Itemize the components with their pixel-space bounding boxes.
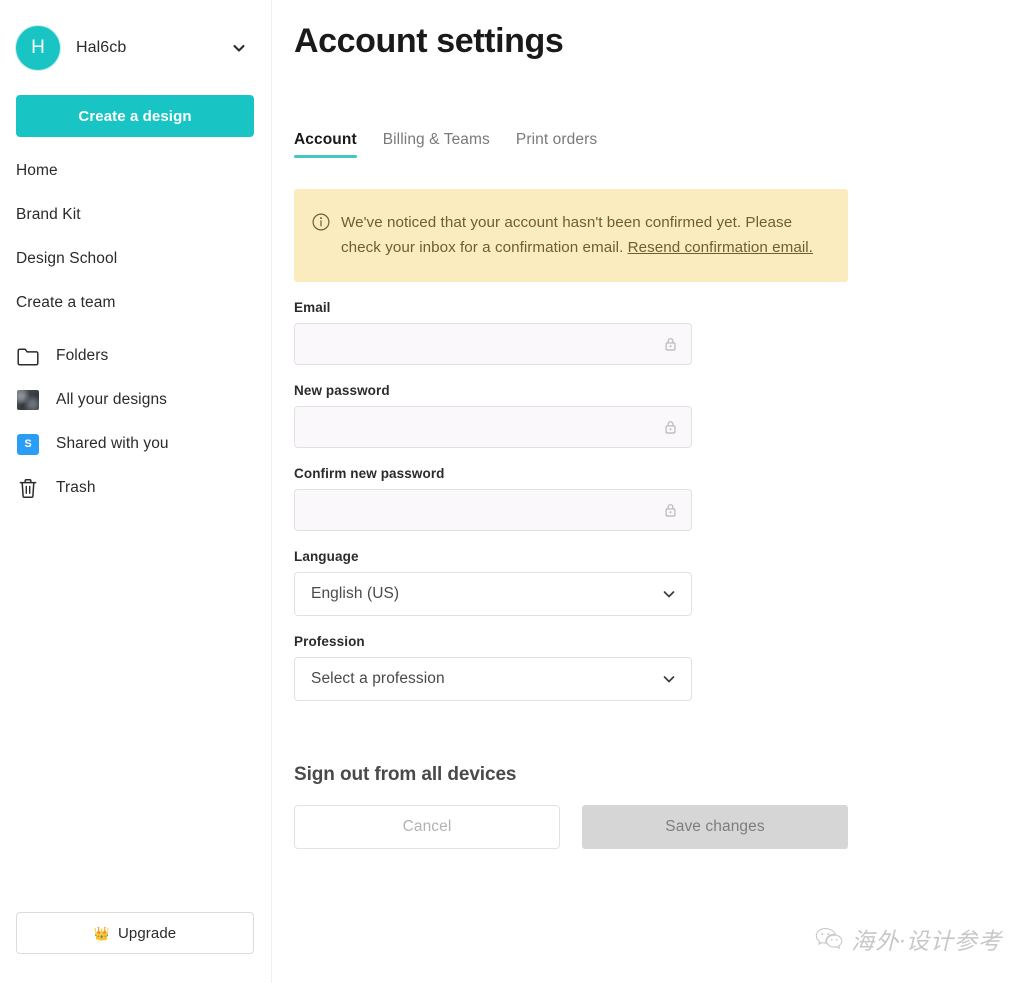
sidebar-item-trash[interactable]: Trash — [0, 473, 271, 503]
account-switcher[interactable]: H Hal6cb — [0, 22, 271, 74]
cancel-button[interactable]: Cancel — [294, 805, 560, 849]
confirm-password-input[interactable] — [294, 489, 692, 531]
lock-icon — [663, 337, 678, 352]
sidebar-item-label: Folders — [56, 347, 108, 365]
language-label: Language — [294, 549, 1024, 564]
shared-s-icon: S — [16, 432, 40, 456]
upgrade-label: Upgrade — [118, 925, 176, 942]
avatar: H — [16, 26, 60, 70]
chevron-down-icon — [661, 586, 677, 602]
sidebar-item-label: Trash — [56, 479, 96, 497]
trash-icon — [16, 476, 40, 500]
form-actions: Cancel Save changes — [294, 805, 1024, 849]
profession-label: Profession — [294, 634, 1024, 649]
designs-thumbnail-icon — [16, 388, 40, 412]
lock-icon — [663, 503, 678, 518]
sidebar-item-design-school[interactable]: Design School — [0, 243, 271, 275]
crown-icon: 👑 — [94, 927, 110, 940]
confirm-password-label: Confirm new password — [294, 466, 1024, 481]
tab-account[interactable]: Account — [294, 131, 357, 158]
confirm-password-field-group: Confirm new password — [294, 466, 1024, 531]
upgrade-section: 👑 Upgrade — [16, 912, 254, 954]
profession-field-group: Profession Select a profession — [294, 634, 1024, 701]
sidebar-item-all-your-designs[interactable]: All your designs — [0, 385, 271, 415]
save-changes-button: Save changes — [582, 805, 848, 849]
sidebar-item-shared-with-you[interactable]: S Shared with you — [0, 429, 271, 459]
chevron-down-icon — [231, 40, 247, 56]
sidebar-item-label: All your designs — [56, 391, 167, 409]
sidebar-item-create-a-team[interactable]: Create a team — [0, 287, 271, 319]
main-content: Account settings Account Billing & Teams… — [272, 0, 1024, 983]
shared-badge-letter: S — [17, 434, 39, 455]
upgrade-button[interactable]: 👑 Upgrade — [16, 912, 254, 954]
new-password-label: New password — [294, 383, 1024, 398]
create-a-design-button[interactable]: Create a design — [16, 95, 254, 137]
page-title: Account settings — [294, 22, 1024, 61]
sidebar: H Hal6cb Create a design Home Brand Kit … — [0, 0, 272, 983]
profession-select[interactable]: Select a profession — [294, 657, 692, 701]
sign-out-all-devices-heading: Sign out from all devices — [294, 764, 1024, 786]
language-select-value: English (US) — [311, 585, 399, 603]
banner-message: We've noticed that your account hasn't b… — [341, 211, 828, 260]
chevron-down-icon — [661, 671, 677, 687]
language-select[interactable]: English (US) — [294, 572, 692, 616]
folder-icon — [16, 344, 40, 368]
account-settings-page: H Hal6cb Create a design Home Brand Kit … — [0, 0, 1024, 983]
email-label: Email — [294, 300, 1024, 315]
email-input[interactable] — [294, 323, 692, 365]
new-password-input[interactable] — [294, 406, 692, 448]
new-password-field-group: New password — [294, 383, 1024, 448]
language-field-group: Language English (US) — [294, 549, 1024, 616]
settings-tabs: Account Billing & Teams Print orders — [294, 126, 1024, 158]
sidebar-item-home[interactable]: Home — [0, 155, 271, 187]
sidebar-item-folders[interactable]: Folders — [0, 341, 271, 371]
sidebar-primary-nav: Home Brand Kit Design School Create a te… — [0, 155, 271, 319]
resend-confirmation-email-link[interactable]: Resend confirmation email. — [628, 239, 813, 256]
account-confirmation-banner: We've noticed that your account hasn't b… — [294, 189, 848, 282]
email-field-group: Email — [294, 300, 1024, 365]
sidebar-secondary-nav: Folders All your designs S Shared with y… — [0, 341, 271, 503]
account-username: Hal6cb — [76, 39, 231, 57]
tab-billing-and-teams[interactable]: Billing & Teams — [383, 131, 490, 158]
info-circle-icon — [312, 213, 330, 231]
lock-icon — [663, 420, 678, 435]
profession-select-value: Select a profession — [311, 670, 445, 688]
sidebar-item-brand-kit[interactable]: Brand Kit — [0, 199, 271, 231]
sidebar-item-label: Shared with you — [56, 435, 169, 453]
tab-print-orders[interactable]: Print orders — [516, 131, 597, 158]
